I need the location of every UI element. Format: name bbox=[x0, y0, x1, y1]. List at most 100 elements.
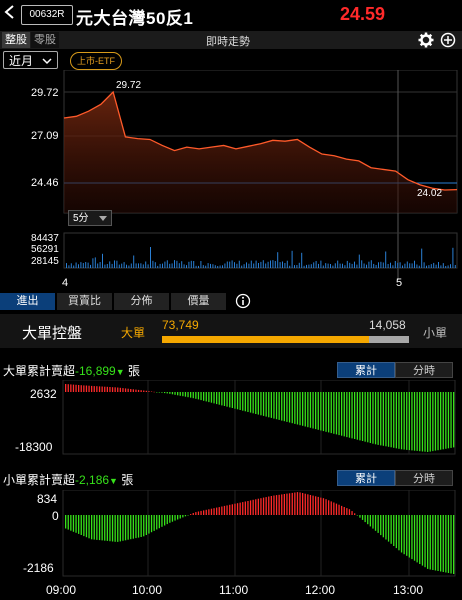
cum-bar bbox=[296, 392, 299, 425]
small-cum-btn-cumulative[interactable]: 累計 bbox=[337, 470, 395, 486]
volume-bar bbox=[418, 265, 420, 268]
big-cum-bars bbox=[65, 384, 455, 452]
volume-bar bbox=[442, 263, 444, 268]
vol-tick-high: 84437 bbox=[31, 233, 59, 244]
cum-bar bbox=[65, 515, 67, 529]
tab-odd-lot[interactable]: 零股 bbox=[31, 32, 59, 48]
cum-bar bbox=[278, 392, 280, 420]
volume-bar bbox=[327, 263, 329, 268]
cum-bar bbox=[437, 392, 439, 451]
cum-bar bbox=[408, 392, 410, 451]
cum-bar bbox=[187, 392, 189, 398]
big-cum-btn-cumulative[interactable]: 累計 bbox=[337, 362, 395, 378]
period-select[interactable]: 近月 bbox=[3, 51, 58, 69]
small-cum-btn-time[interactable]: 分時 bbox=[395, 470, 453, 486]
volume-bar bbox=[150, 247, 151, 268]
cum-bar bbox=[252, 392, 254, 414]
cum-bar bbox=[153, 391, 155, 393]
cum-bar bbox=[408, 515, 410, 558]
interval-select[interactable]: 5分 bbox=[68, 210, 112, 226]
cum-bar bbox=[411, 515, 413, 560]
volume-bar bbox=[262, 260, 264, 268]
cum-bar bbox=[117, 387, 119, 392]
volume-bar bbox=[250, 260, 252, 268]
cum-bar bbox=[106, 515, 108, 541]
volume-bar bbox=[296, 265, 298, 268]
stock-code-box[interactable]: 00632R bbox=[21, 5, 73, 25]
price-chart bbox=[63, 70, 458, 280]
tab-price-volume[interactable]: 價量 bbox=[171, 293, 226, 310]
cum-bar bbox=[96, 515, 98, 540]
cum-bar bbox=[140, 515, 142, 537]
cum-bar bbox=[158, 392, 160, 393]
gear-icon[interactable] bbox=[418, 32, 434, 48]
cum-bar bbox=[346, 508, 348, 515]
cum-bar bbox=[137, 515, 140, 538]
volume-bar bbox=[370, 260, 372, 268]
cum-bar bbox=[257, 392, 259, 415]
tab-whole-lot[interactable]: 整股 bbox=[2, 32, 30, 48]
cum-bar bbox=[453, 515, 455, 574]
cum-bar bbox=[367, 392, 369, 443]
big-cum-btn-time[interactable]: 分時 bbox=[395, 362, 453, 378]
cum-bar bbox=[432, 515, 434, 570]
x-tick-4: 4 bbox=[62, 277, 69, 289]
volume-bar bbox=[219, 265, 221, 268]
down-arrow-icon: ▼ bbox=[109, 476, 118, 486]
cum-bar bbox=[317, 496, 319, 515]
cum-bar bbox=[122, 388, 124, 392]
volume-bar bbox=[186, 265, 187, 268]
cum-bar bbox=[328, 500, 330, 515]
cum-bar bbox=[315, 392, 317, 430]
cum-bar bbox=[203, 392, 205, 401]
cum-bar bbox=[111, 387, 114, 392]
volume-bar bbox=[318, 263, 319, 268]
cum-bar bbox=[367, 515, 369, 525]
volume-bar bbox=[277, 252, 279, 268]
volume-bar bbox=[123, 262, 125, 268]
info-icon[interactable] bbox=[235, 293, 251, 309]
cum-bar bbox=[143, 390, 145, 392]
cum-bar bbox=[174, 515, 176, 521]
volume-bar bbox=[114, 260, 115, 268]
tab-inout[interactable]: 進出 bbox=[0, 293, 55, 310]
add-icon[interactable] bbox=[440, 32, 456, 48]
tab-buysell-ratio[interactable]: 買賣比 bbox=[57, 293, 112, 310]
cum-bar bbox=[203, 510, 205, 515]
cum-bar bbox=[434, 392, 437, 451]
y-tick-mid: 27.09 bbox=[31, 130, 59, 142]
volume-bar bbox=[313, 262, 315, 268]
volume-bar bbox=[406, 261, 408, 268]
cum-bar bbox=[273, 392, 275, 419]
cum-bar bbox=[166, 515, 168, 525]
cum-bar bbox=[236, 503, 239, 515]
cum-bar bbox=[148, 391, 150, 392]
big-order-fill bbox=[162, 336, 370, 343]
volume-bar bbox=[70, 263, 72, 268]
volume-bar bbox=[94, 257, 96, 268]
volume-bar bbox=[270, 260, 271, 268]
cum-bar bbox=[249, 500, 252, 515]
volume-bar bbox=[183, 264, 185, 268]
cum-bar bbox=[156, 392, 158, 393]
cum-bar bbox=[265, 392, 267, 417]
volume-bar bbox=[392, 265, 394, 268]
cum-bar bbox=[387, 515, 390, 542]
cum-bar bbox=[197, 392, 200, 400]
volume-bar bbox=[162, 263, 163, 268]
cum-bar bbox=[395, 515, 397, 549]
cum-bar bbox=[109, 387, 111, 392]
cum-bar bbox=[78, 515, 80, 534]
cum-bar bbox=[380, 515, 382, 536]
current-price: 24.59 bbox=[340, 4, 386, 24]
cum-bar bbox=[70, 384, 72, 392]
back-arrow-icon[interactable] bbox=[2, 3, 16, 21]
cum-bar bbox=[65, 384, 67, 392]
volume-bar bbox=[397, 262, 399, 268]
cum-bar bbox=[234, 503, 236, 515]
vol-tick-mid: 56291 bbox=[31, 244, 59, 255]
cum-bar bbox=[427, 515, 429, 569]
cum-bar bbox=[223, 505, 226, 515]
cum-bar bbox=[286, 493, 288, 515]
tab-distribution[interactable]: 分佈 bbox=[114, 293, 169, 310]
